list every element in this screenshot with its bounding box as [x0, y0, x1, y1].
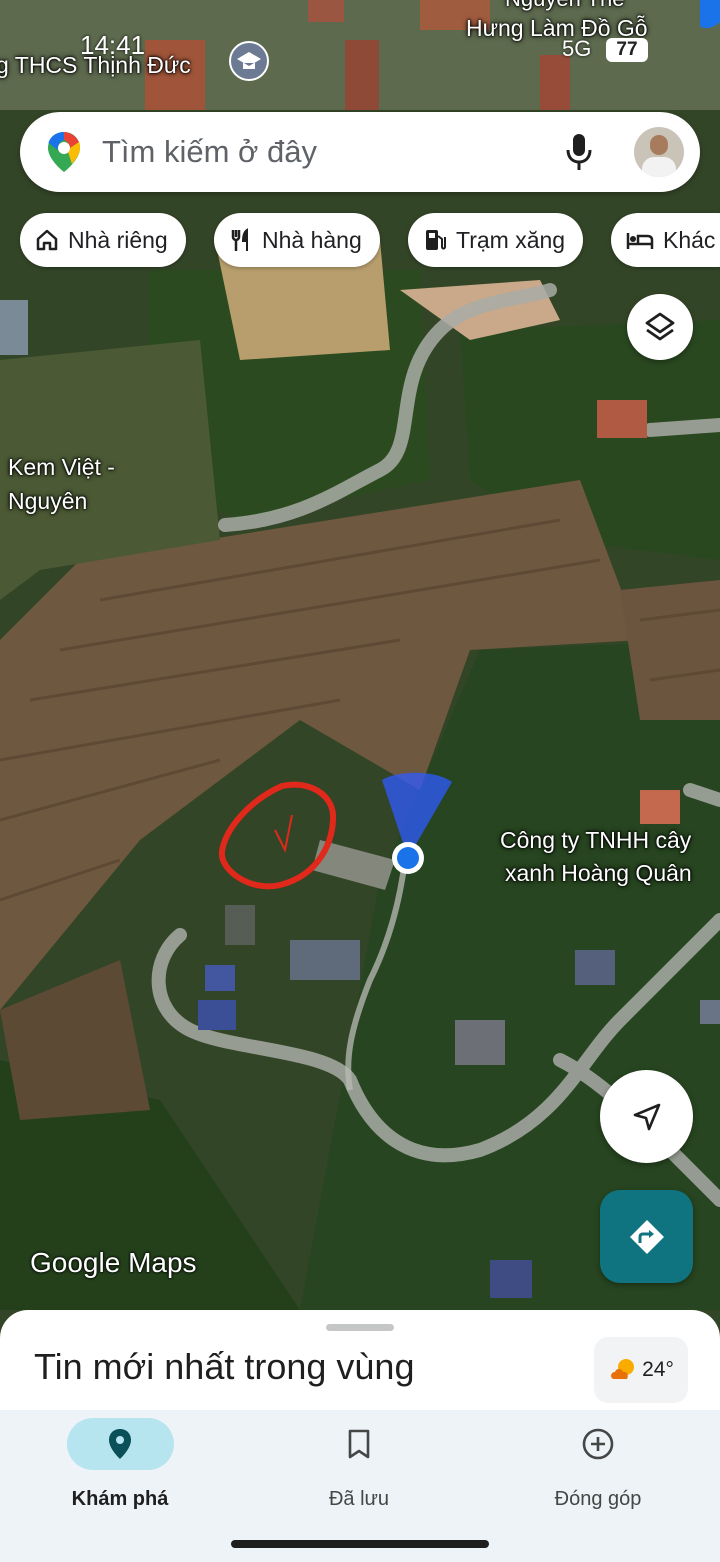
chip-more-label: Khác [663, 226, 716, 253]
location-dot [397, 847, 419, 869]
label-kem-viet-line2[interactable]: Nguyên [8, 486, 87, 516]
my-location-button[interactable] [600, 1070, 693, 1163]
navigation-arrow-icon [633, 1103, 660, 1130]
bottom-sheet[interactable]: Tin mới nhất trong vùng 24° [0, 1310, 720, 1420]
weather-chip[interactable]: 24° [594, 1337, 688, 1403]
home-indicator[interactable] [231, 1540, 489, 1548]
chip-gas-station[interactable]: Trạm xăng [408, 213, 584, 267]
directions-button[interactable] [600, 1190, 693, 1283]
add-circle-icon [582, 1428, 614, 1460]
status-time: 14:41 [80, 30, 146, 60]
chip-restaurant-label: Nhà hàng [262, 226, 362, 253]
google-maps-logo: Google Maps [30, 1247, 197, 1278]
layers-button[interactable] [627, 294, 693, 360]
chip-gas-station-label: Trạm xăng [456, 226, 566, 253]
tab-explore[interactable]: Khám phá [20, 1418, 220, 1511]
sheet-drag-handle[interactable] [326, 1324, 394, 1331]
tab-saved[interactable]: Đã lưu [259, 1418, 459, 1511]
chip-restaurant[interactable]: Nhà hàng [214, 213, 380, 267]
sheet-title: Tin mới nhất trong vùng [34, 1346, 415, 1387]
status-network: 5G [562, 36, 592, 61]
avatar[interactable] [634, 127, 684, 177]
label-company-line2[interactable]: xanh Hoàng Quân [505, 858, 692, 888]
tab-explore-pill [66, 1418, 174, 1470]
chip-more[interactable]: Khác [611, 213, 720, 267]
search-bar[interactable]: Tìm kiếm ở đây [20, 112, 700, 192]
microphone-icon[interactable] [564, 132, 594, 172]
search-input[interactable]: Tìm kiếm ở đây [102, 134, 564, 170]
label-business-top-line1[interactable]: Nguyễn Thế [505, 0, 624, 14]
chip-home-label: Nhà riêng [68, 226, 168, 253]
directions-icon [629, 1219, 664, 1254]
restaurant-icon [231, 228, 248, 251]
tab-explore-label: Khám phá [71, 1488, 169, 1510]
weather-temperature: 24° [642, 1358, 674, 1381]
label-kem-viet-line1[interactable]: Kem Việt - [8, 452, 115, 482]
chip-home[interactable]: Nhà riêng [20, 213, 186, 267]
label-company-line1[interactable]: Công ty TNHH cây [500, 825, 691, 855]
home-icon [36, 229, 58, 251]
tab-saved-label: Đã lưu [328, 1488, 390, 1510]
google-maps-pin-icon [48, 132, 80, 172]
hotel-icon [626, 233, 654, 249]
tab-saved-pill [306, 1418, 413, 1470]
bookmark-icon [348, 1429, 370, 1459]
battery-indicator: 77 [606, 38, 648, 62]
location-pin-icon [109, 1429, 131, 1459]
tab-contribute-pill [545, 1418, 652, 1470]
layers-icon [645, 312, 675, 341]
partly-cloudy-icon [611, 1359, 635, 1379]
gas-station-icon [426, 230, 446, 250]
battery-level: 77 [616, 39, 638, 60]
tab-contribute-label: Đóng góp [554, 1488, 642, 1510]
tab-contribute[interactable]: Đóng góp [498, 1418, 698, 1511]
